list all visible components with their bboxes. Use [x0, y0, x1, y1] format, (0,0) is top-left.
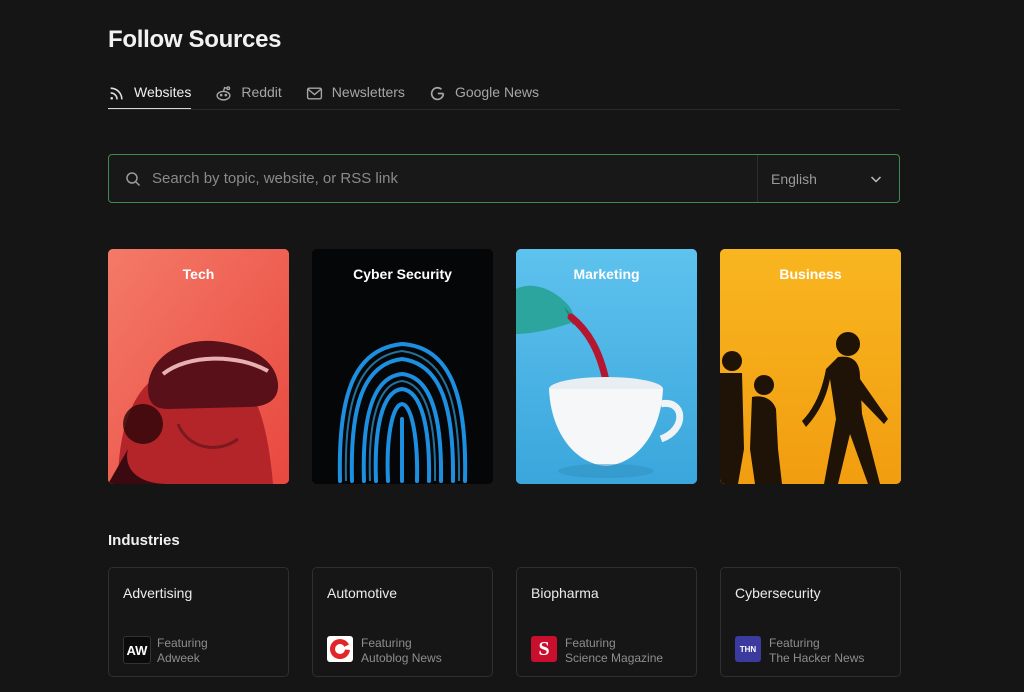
- autoblog-icon: [330, 639, 350, 659]
- industry-name: Biopharma: [531, 585, 599, 601]
- tab-label: Reddit: [241, 84, 282, 100]
- tab-websites[interactable]: Websites: [108, 84, 192, 109]
- industry-name: Cybersecurity: [735, 585, 821, 601]
- industry-card-cybersecurity[interactable]: Cybersecurity THN Featuring The Hacker N…: [720, 567, 901, 677]
- featured-source: Science Magazine: [565, 651, 664, 665]
- google-icon: [430, 86, 445, 101]
- source-tabs: Websites Reddit Newsletters Google News: [108, 84, 900, 110]
- chevron-down-icon: [870, 175, 882, 183]
- featuring-text: Featuring Autoblog News: [361, 636, 442, 666]
- industry-cards: Advertising AW Featuring Adweek Automoti…: [108, 567, 901, 677]
- search-input[interactable]: [150, 169, 757, 188]
- tab-newsletters[interactable]: Newsletters: [306, 84, 405, 109]
- search-bar: English: [108, 154, 900, 203]
- topic-label: Cyber Security: [353, 266, 452, 282]
- topic-card-tech[interactable]: Tech: [108, 249, 289, 484]
- logo-text: S: [538, 637, 550, 660]
- silhouettes-image: [720, 249, 901, 484]
- featuring-text: Featuring Science Magazine: [565, 636, 663, 666]
- industry-card-advertising[interactable]: Advertising AW Featuring Adweek: [108, 567, 289, 677]
- vr-headset-image: [108, 249, 289, 484]
- featuring-text: Featuring Adweek: [157, 636, 208, 666]
- industries-heading: Industries: [108, 532, 180, 549]
- thn-logo: THN: [735, 636, 761, 662]
- tab-reddit[interactable]: Reddit: [215, 84, 282, 109]
- tab-label: Websites: [134, 84, 192, 100]
- rss-icon: [110, 87, 123, 100]
- logo-text: THN: [739, 644, 757, 654]
- science-logo: S: [531, 636, 557, 662]
- featuring-label: Featuring: [361, 636, 412, 650]
- adweek-logo: AW: [123, 636, 151, 664]
- topic-label: Marketing: [573, 266, 640, 282]
- page-title: Follow Sources: [108, 26, 282, 53]
- featuring-label: Featuring: [157, 636, 208, 650]
- topic-card-marketing[interactable]: Marketing: [516, 249, 697, 484]
- tab-google-news[interactable]: Google News: [429, 84, 539, 109]
- topic-card-business[interactable]: Business: [720, 249, 901, 484]
- featured-source: The Hacker News: [769, 651, 865, 665]
- teapot-cup-image: [516, 249, 697, 484]
- industry-name: Advertising: [123, 585, 193, 601]
- featured-source: Autoblog News: [361, 651, 442, 665]
- topic-label: Tech: [182, 266, 215, 282]
- topic-card-cyber-security[interactable]: Cyber Security: [312, 249, 493, 484]
- autoblog-logo: [327, 636, 353, 662]
- industry-name: Automotive: [327, 585, 398, 601]
- featuring-text: Featuring The Hacker News: [769, 636, 864, 666]
- featured-source: Adweek: [157, 651, 200, 665]
- tab-label: Newsletters: [331, 84, 405, 100]
- industry-card-automotive[interactable]: Automotive Featuring Autoblog News: [312, 567, 493, 677]
- language-value: English: [771, 170, 817, 187]
- logo-text: AW: [126, 642, 148, 658]
- search-icon: [126, 171, 141, 186]
- language-select[interactable]: English: [757, 155, 899, 202]
- featuring-label: Featuring: [769, 636, 820, 650]
- reddit-icon: [216, 86, 231, 101]
- industry-card-biopharma[interactable]: Biopharma S Featuring Science Magazine: [516, 567, 697, 677]
- mail-icon: [306, 87, 322, 100]
- topic-label: Business: [779, 266, 842, 282]
- tab-label: Google News: [454, 84, 539, 100]
- fingerprint-image: [312, 249, 493, 484]
- featuring-label: Featuring: [565, 636, 616, 650]
- topic-cards: Tech Cyber Security Marketing Business: [108, 249, 901, 484]
